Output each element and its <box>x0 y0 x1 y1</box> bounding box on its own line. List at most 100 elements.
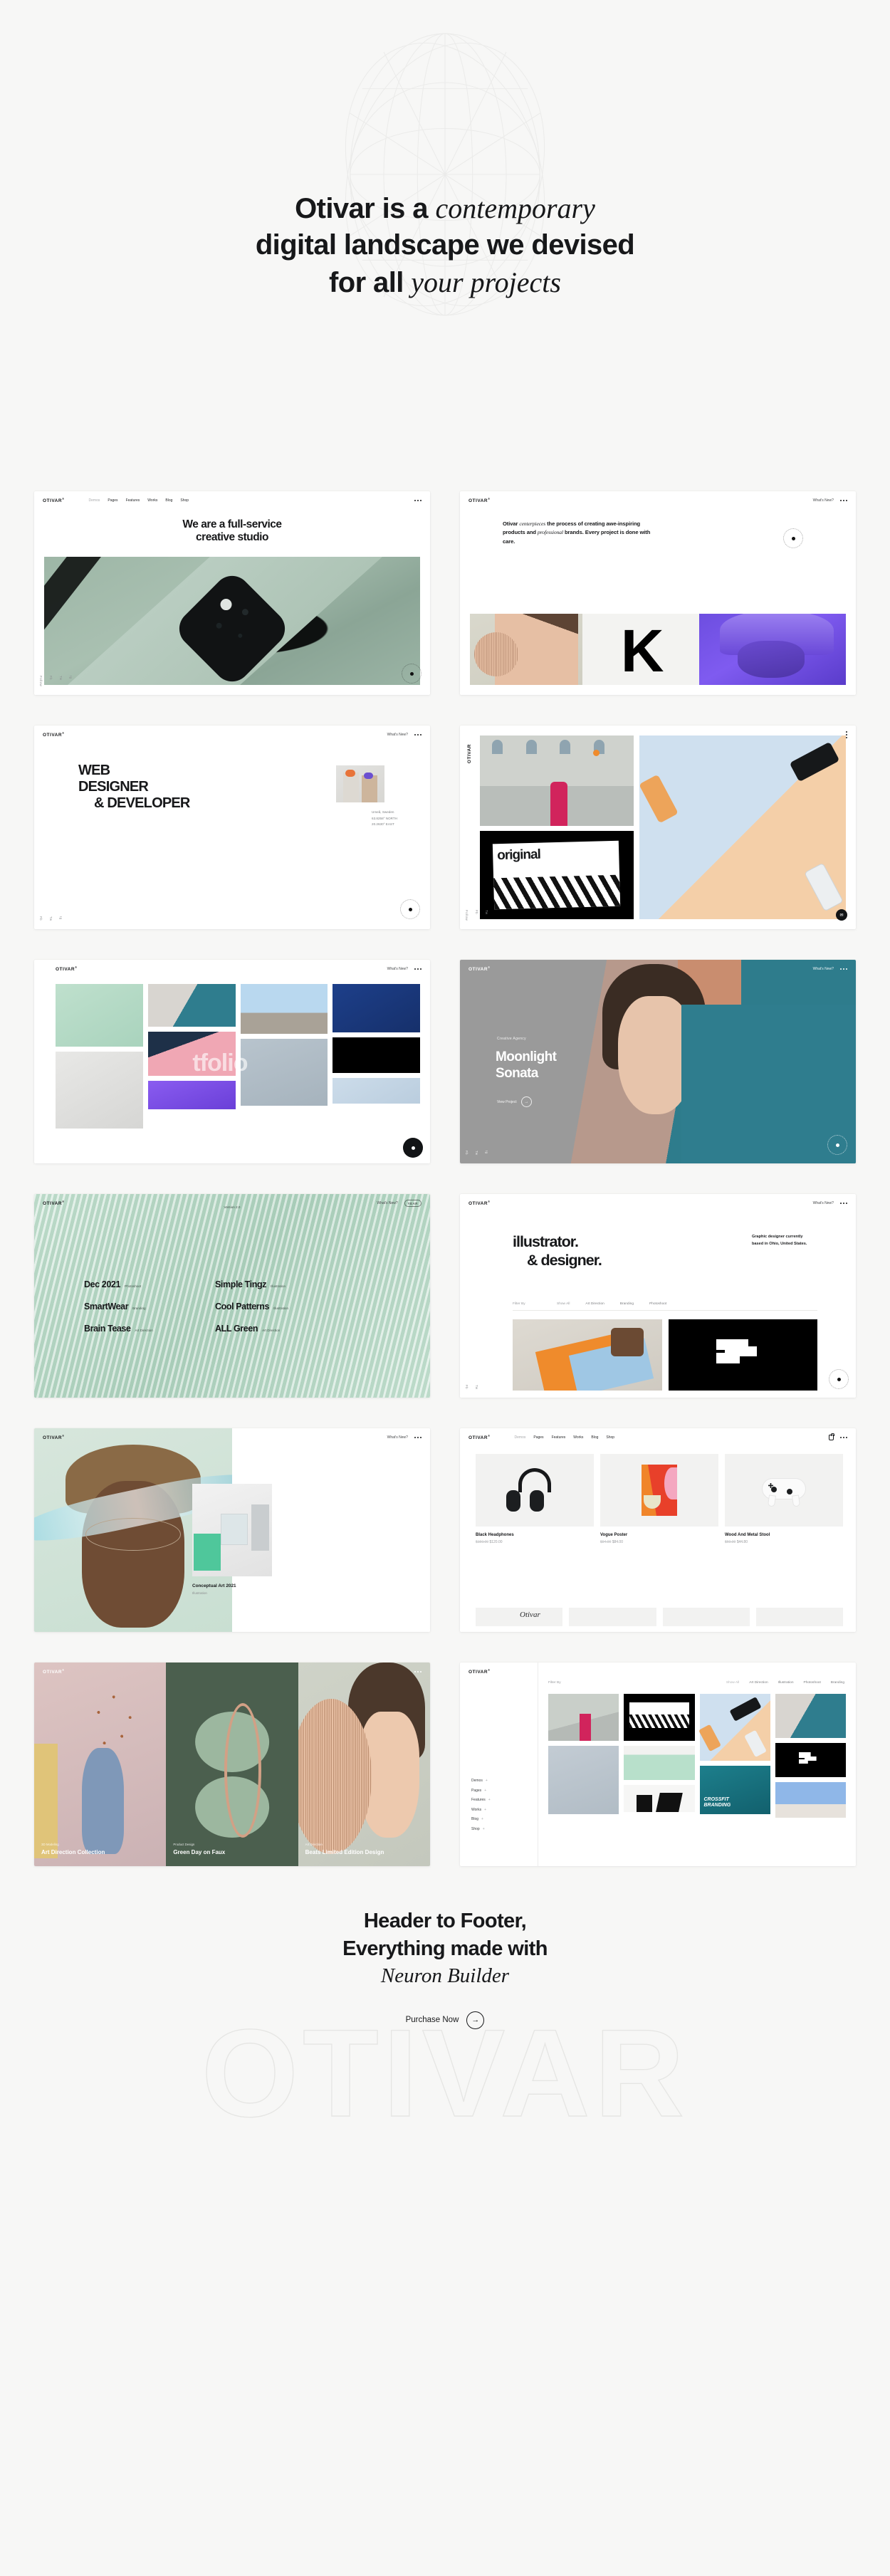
thumb-crossfit-branding[interactable]: CROSSFIT BRANDING <box>699 1766 770 1814</box>
product-card[interactable]: Black Headphones $150.00 $120.00 <box>476 1454 594 1544</box>
whats-new-link[interactable]: What's New? <box>387 967 408 971</box>
whats-new-link[interactable]: What's New? <box>813 498 834 503</box>
thumb-original-poster[interactable] <box>624 1694 695 1741</box>
filter-art-direction[interactable]: Art Direction <box>749 1681 768 1685</box>
nav-item-works[interactable]: Works <box>147 498 157 503</box>
project-item[interactable]: Simple Tingz Illustration <box>215 1279 309 1289</box>
mini-nav-menu[interactable]: Demos Pages Features Works Blog Shop <box>515 1435 615 1440</box>
more-dots-icon[interactable] <box>839 1436 847 1439</box>
filter-branding[interactable]: Branding <box>620 1302 634 1306</box>
whats-new-link[interactable]: What's New? <box>813 967 834 971</box>
demo-card-conceptual-art-portrait[interactable]: OTIVAR® What's New? Conceptual Art 2021 … <box>34 1428 430 1632</box>
filter-show-all[interactable]: Show All <box>726 1681 739 1685</box>
thumb-black-logo-tile[interactable] <box>775 1743 846 1777</box>
nav-item-shop[interactable]: Shop <box>180 498 189 503</box>
more-dots-icon[interactable] <box>414 1670 422 1673</box>
nav-item-pages[interactable]: Pages <box>533 1435 543 1440</box>
project-item[interactable]: Brain Tease Art Direction <box>84 1324 178 1334</box>
sidebar-item-shop[interactable]: Shop <box>471 1827 491 1831</box>
product-card[interactable]: Vogue Poster $94.00 $84.00 <box>600 1454 718 1544</box>
project-item[interactable]: Dec 2021 Photoshoot <box>84 1279 178 1289</box>
more-dots-icon[interactable] <box>845 731 847 739</box>
scroll-indicator-badge[interactable] <box>829 1369 849 1389</box>
demo-card-works-sidebar-grid[interactable]: OTIVAR® Demos Pages Features Works Blog … <box>460 1663 856 1866</box>
nav-item-shop[interactable]: Shop <box>606 1435 614 1440</box>
thumb-mint-paint[interactable] <box>624 1746 695 1780</box>
filter-show-all[interactable]: Show All <box>557 1302 570 1306</box>
project-item[interactable]: ALL Green Art Direction <box>215 1324 309 1334</box>
social-rail[interactable]: Follow Fb Tw Ig <box>39 676 73 686</box>
demo-card-full-service-creative-studio[interactable]: OTIVAR® Demos Pages Features Works Blog … <box>34 491 430 695</box>
demo-card-original-product-showcase[interactable]: OTIVAR original Follow Fb Tw ✉ <box>460 726 856 929</box>
filter-bar[interactable]: Filter By Show All Art Direction Brandin… <box>513 1302 817 1311</box>
nav-item-demos[interactable]: Demos <box>89 498 100 503</box>
thumb-duo-portrait[interactable] <box>775 1694 846 1738</box>
filter-bar[interactable]: Filter By Show All Art Direction Illustr… <box>548 1681 844 1685</box>
product-placeholder[interactable] <box>569 1608 656 1626</box>
filter-photoshoot[interactable]: Photoshoot <box>804 1681 821 1685</box>
nav-item-blog[interactable]: Blog <box>165 498 172 503</box>
thumb-pink-tulips[interactable] <box>147 1032 236 1076</box>
social-rail[interactable]: Fb Tw <box>465 1385 478 1389</box>
filter-art-direction[interactable]: Art Direction <box>585 1302 604 1306</box>
project-item[interactable]: SmartWear Branding <box>84 1302 178 1311</box>
more-dots-icon[interactable] <box>414 499 422 502</box>
filter-illustration[interactable]: Illustration <box>778 1681 794 1685</box>
conceptual-art-thumbnail[interactable] <box>192 1484 272 1576</box>
sidebar-item-demos[interactable]: Demos <box>471 1779 491 1783</box>
social-rail[interactable]: Fb Tw Ig <box>39 916 63 921</box>
thumb-black-logo-tile[interactable] <box>333 1037 420 1073</box>
thumb-glass-object[interactable] <box>56 1052 143 1129</box>
nav-item-works[interactable]: Works <box>573 1435 583 1440</box>
thumb-blue-hoodie[interactable] <box>333 984 420 1032</box>
thumb-ampersand-sculpture[interactable] <box>240 1039 328 1106</box>
project-item[interactable]: Cool Patterns Illustration <box>215 1302 309 1311</box>
product-card[interactable]: Wood And Metal Stool $60.00 $44.80 <box>725 1454 843 1544</box>
more-dots-icon[interactable] <box>839 499 847 502</box>
thumb-phones[interactable] <box>698 1694 770 1761</box>
whats-new-link[interactable]: What's New? <box>387 1435 408 1440</box>
more-dots-icon[interactable] <box>414 968 422 970</box>
thumb-mint-paint[interactable] <box>56 984 143 1047</box>
thumb-duo-portrait[interactable] <box>147 984 236 1027</box>
nav-item-features[interactable]: Features <box>552 1435 566 1440</box>
thumb-street-portrait[interactable] <box>548 1694 619 1741</box>
sidebar-item-works[interactable]: Works <box>471 1808 491 1812</box>
filter-photoshoot[interactable]: Photoshoot <box>649 1302 666 1306</box>
scroll-indicator-badge[interactable] <box>402 664 422 684</box>
whats-new-link[interactable]: What's New? <box>387 733 408 737</box>
social-rail[interactable]: Follow Fb Tw <box>465 910 488 921</box>
scroll-indicator-badge[interactable] <box>827 1135 847 1155</box>
sidebar-item-blog[interactable]: Blog <box>471 1817 491 1821</box>
sidebar-item-pages[interactable]: Pages <box>471 1789 491 1793</box>
filter-branding[interactable]: Branding <box>831 1681 844 1685</box>
panel-art-direction[interactable]: Art Direction Beats Limited Edition Desi… <box>298 1663 430 1866</box>
more-dots-icon[interactable] <box>839 1202 847 1205</box>
demo-card-web-designer-developer[interactable]: OTIVAR® What's New? WEB DESIGNER & DEVEL… <box>34 726 430 929</box>
thumb-ampersand[interactable] <box>548 1746 619 1814</box>
more-dots-icon[interactable] <box>414 1436 422 1439</box>
mini-nav-menu[interactable]: Demos Pages Features Works Blog Shop <box>89 498 189 503</box>
panel-product-design[interactable]: Product Design Green Day on Faux <box>166 1663 298 1866</box>
thumb-sky-sitting[interactable] <box>240 984 328 1034</box>
panel-3d-modeling[interactable]: 3D Modeling Art Direction Collection <box>34 1663 167 1866</box>
demo-card-three-panel-showcase[interactable]: 3D Modeling Art Direction Collection Pro… <box>34 1663 430 1866</box>
nav-item-features[interactable]: Features <box>126 498 140 503</box>
demo-card-portfolio-masonry-grid[interactable]: OTIVAR® What's New? tfolio <box>34 960 430 1163</box>
nav-item-blog[interactable]: Blog <box>591 1435 598 1440</box>
cart-bag-icon[interactable] <box>828 1433 834 1440</box>
scroll-indicator-badge[interactable] <box>400 899 420 919</box>
sidebar-menu[interactable]: Demos Pages Features Works Blog Shop <box>471 1779 491 1836</box>
cart-badge[interactable] <box>403 1138 423 1158</box>
thumb-black-shapes[interactable] <box>624 1785 695 1812</box>
sidebar-item-features[interactable]: Features <box>471 1798 491 1802</box>
product-placeholder[interactable] <box>755 1608 843 1626</box>
purchase-now-button[interactable]: Purchase Now → <box>406 2011 485 2029</box>
thumb-sky-portrait[interactable] <box>775 1782 846 1818</box>
demo-card-moonlight-sonata[interactable]: OTIVAR® What's New? Creative Agency Moon… <box>460 960 856 1163</box>
product-placeholder[interactable] <box>662 1608 750 1626</box>
whats-new-link[interactable]: What's New? <box>377 1201 397 1205</box>
thumb-black-logo[interactable] <box>668 1319 817 1391</box>
thumb-purple-hair[interactable] <box>147 1081 236 1109</box>
demo-card-centerpieces-intro[interactable]: OTIVAR® What's New? Otivar centerpieces … <box>460 491 856 695</box>
